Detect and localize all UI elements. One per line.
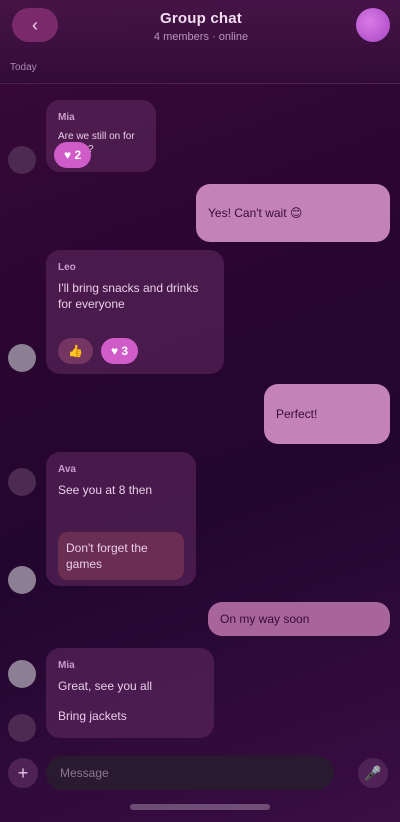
sender-name: Ava	[58, 464, 76, 475]
message-incoming[interactable]: Leo I'll bring snacks and drinks for eve…	[46, 250, 224, 374]
message-incoming[interactable]: Mia Great, see you all Bring jackets	[46, 648, 214, 738]
message-text: Perfect!	[276, 407, 318, 421]
message-text: I'll bring snacks and drinks for everyon…	[58, 281, 199, 311]
message-incoming[interactable]: Ava See you at 8 then Don't forget the g…	[46, 452, 196, 586]
sender-name: Mia	[58, 112, 75, 123]
message-incoming[interactable]: Mia Are we still on for tonight? ♥ 2	[46, 100, 156, 172]
group-avatar[interactable]	[356, 8, 390, 42]
message-bubble[interactable]: Perfect!	[264, 384, 390, 444]
message-input[interactable]	[46, 756, 334, 790]
reaction-badge[interactable]: ♥ 2	[54, 142, 92, 168]
message-bubble[interactable]: Leo I'll bring snacks and drinks for eve…	[46, 250, 224, 374]
avatar[interactable]	[8, 344, 36, 372]
message-text: See you at 8 then	[58, 483, 153, 497]
message-outgoing[interactable]: Yes! Can't wait 😊	[196, 184, 390, 242]
mic-button[interactable]: 🎤	[358, 758, 388, 788]
chat-header: ‹ Group chat 4 members · online Today	[0, 0, 400, 84]
avatar[interactable]	[8, 146, 36, 174]
chat-title-area[interactable]: Group chat 4 members · online	[96, 10, 306, 43]
date-separator: Today	[10, 62, 37, 73]
message-bubble[interactable]: Yes! Can't wait 😊	[196, 184, 390, 242]
avatar[interactable]	[8, 660, 36, 688]
avatar[interactable]	[8, 468, 36, 496]
home-indicator[interactable]	[130, 804, 270, 810]
message-text-secondary: Don't forget the games	[58, 532, 184, 580]
attach-button[interactable]: +	[8, 758, 38, 788]
message-text-secondary: Bring jackets	[58, 709, 127, 723]
message-outgoing[interactable]: Perfect!	[264, 384, 390, 444]
back-arrow-icon: ‹	[32, 14, 38, 35]
back-button[interactable]: ‹	[12, 8, 58, 42]
message-text: Great, see you all	[58, 679, 153, 693]
sender-name: Mia	[58, 660, 75, 671]
message-bubble[interactable]: Mia Great, see you all Bring jackets	[46, 648, 214, 738]
message-text: On my way soon	[220, 612, 310, 626]
plus-icon: +	[17, 763, 29, 783]
reaction-badge[interactable]: 👍	[58, 338, 93, 364]
avatar[interactable]	[8, 566, 36, 594]
reaction-badge[interactable]: ♥ 3	[100, 338, 139, 364]
message-outgoing[interactable]: On my way soon	[208, 602, 390, 636]
message-bubble[interactable]: On my way soon	[208, 602, 390, 636]
sender-name: Leo	[58, 262, 76, 273]
chat-subtitle: 4 members · online	[153, 31, 249, 43]
avatar[interactable]	[8, 714, 36, 742]
message-text: Yes! Can't wait 😊	[208, 206, 303, 220]
message-composer: + 🎤	[0, 748, 400, 796]
chat-title: Group chat	[159, 10, 242, 27]
microphone-icon: 🎤	[364, 765, 382, 781]
message-bubble[interactable]: Ava See you at 8 then Don't forget the g…	[46, 452, 196, 586]
chat-app: ‹ Group chat 4 members · online Today Mi…	[0, 0, 400, 822]
